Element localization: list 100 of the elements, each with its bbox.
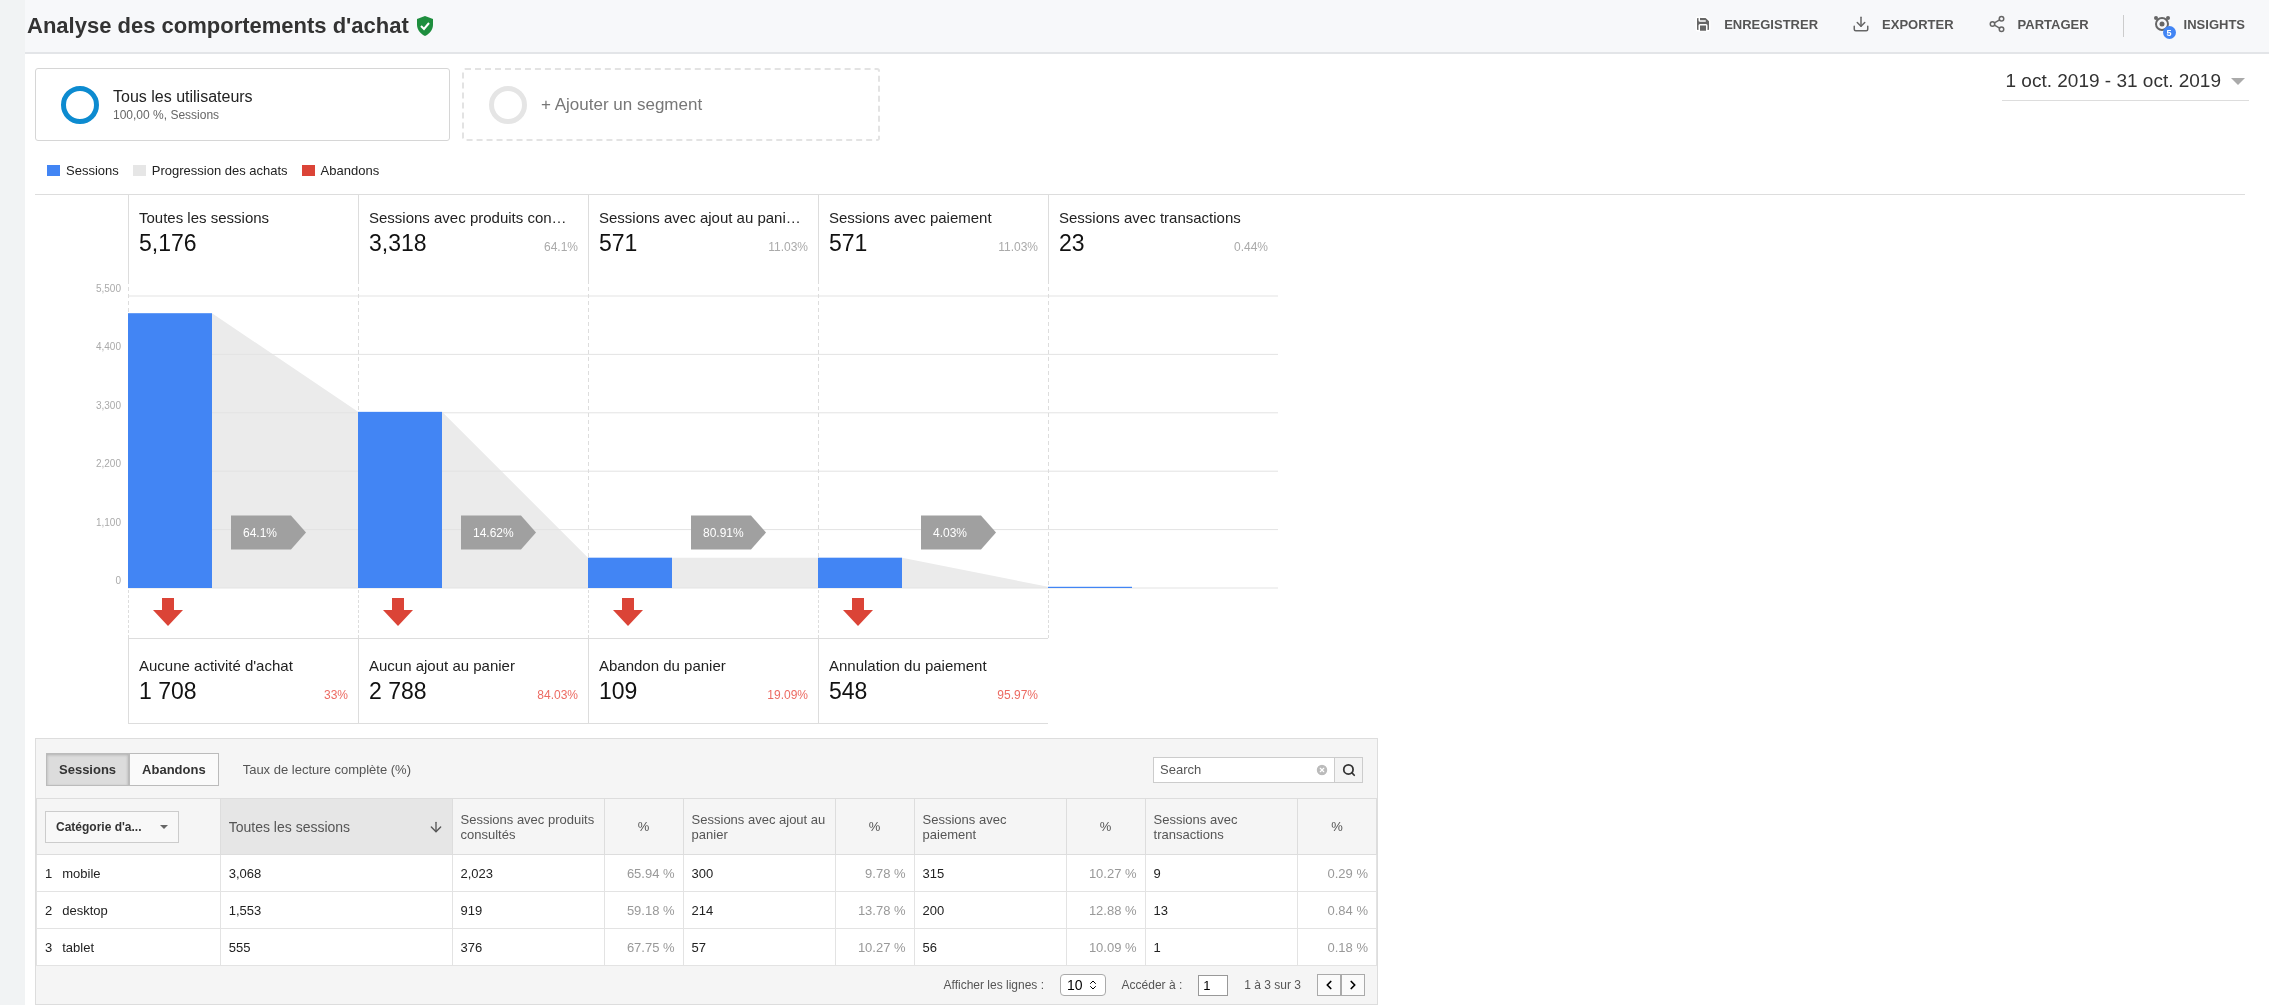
table-cell: 10.27 % (1066, 854, 1146, 892)
step-label: Toutes les sessions (139, 209, 271, 226)
axis-tick-label: 2,200 (95, 458, 121, 470)
rows-select[interactable]: 10 (1060, 974, 1106, 996)
progress-rate: 80.91% (703, 525, 744, 540)
step-percent: 11.03% (768, 240, 808, 254)
row-name[interactable]: mobile (62, 865, 101, 881)
down-arrow-icon (613, 598, 643, 626)
table-cell: 0.29 % (1297, 854, 1377, 892)
table-cell: 13.78 % (835, 891, 915, 929)
count-badge: 5 (2162, 26, 2176, 39)
abandon-label: Aucun ajout au panier (369, 657, 516, 674)
table-cell: 9 (1145, 854, 1298, 892)
axis-tick-label: 5,500 (95, 283, 121, 294)
insights-icon (2151, 14, 2172, 34)
table-cell: 376 (452, 928, 605, 966)
axis-tick-label: 4,400 (95, 341, 121, 353)
table-cell: 1,553 (220, 891, 453, 929)
segment-title: Tous les utilisateurs (113, 87, 253, 106)
abandon-value: 2 788 (369, 678, 427, 705)
step-label: Sessions avec paiement (829, 209, 993, 226)
search-button[interactable] (1335, 756, 1363, 783)
abandon-value: 109 (599, 678, 638, 705)
step-value: 23 (1059, 230, 1085, 257)
step-label: Sessions avec produits con… (369, 209, 568, 226)
toolbar-action[interactable]: ENREGISTRER (1694, 11, 1825, 41)
caret-icon (159, 824, 168, 829)
next-page-button[interactable] (1341, 974, 1365, 996)
table-cell: 315 (914, 854, 1067, 892)
row-name[interactable]: desktop (62, 902, 108, 918)
table-cell: 0.18 % (1297, 928, 1377, 966)
download-icon (1852, 15, 1871, 33)
progress-rate: 64.1% (243, 525, 278, 540)
segment-ring-icon (61, 85, 99, 124)
abandon-percent: 19.09% (767, 688, 808, 702)
share-icon (1987, 15, 2006, 33)
page-range: 1 à 3 sur 3 (1244, 978, 1301, 992)
abandon-label: Annulation du paiement (829, 657, 988, 674)
column-header[interactable]: Sessions avec produits consultés (452, 798, 605, 855)
table-cell: 65.94 % (604, 854, 684, 892)
axis-tick-label: 0 (115, 575, 121, 586)
table-cell: 919 (452, 891, 605, 929)
table-cell: 59.18 % (604, 891, 684, 929)
legend-label: Abandons (320, 163, 380, 178)
previous-page-button[interactable] (1317, 974, 1341, 996)
step-value: 5,176 (139, 230, 197, 257)
view-toggle[interactable]: Sessions (46, 753, 130, 786)
table-cell: 555 (220, 928, 453, 966)
search-icon (1341, 762, 1356, 777)
segment-ring-icon (489, 85, 527, 124)
table-cell: 13 (1145, 891, 1298, 929)
goto-field[interactable]: 1 (1198, 974, 1229, 996)
column-header[interactable]: Toutes les sessions (220, 798, 453, 855)
abandon-percent: 33% (323, 688, 348, 702)
verified-shield-icon (414, 15, 435, 37)
toolbar-action[interactable]: 5 INSIGHTS (2151, 10, 2251, 42)
segment-card[interactable]: Tous les utilisateurs 100,00 %, Sessions (35, 68, 450, 141)
table-cell: 200 (914, 891, 1067, 929)
column-header[interactable]: Sessions avec transactions (1145, 798, 1298, 855)
table-cell: 10.27 % (835, 928, 915, 966)
toolbar-action[interactable]: PARTAGER (1987, 11, 2095, 41)
table-cell: 0.84 % (1297, 891, 1377, 929)
row-number: 1 (45, 865, 53, 881)
abandon-label: Abandon du panier (599, 657, 727, 674)
table-cell: 57 (683, 928, 836, 966)
abandon-value: 548 (829, 678, 868, 705)
view-toggle[interactable]: Abandons (129, 753, 219, 786)
column-header[interactable]: % (835, 798, 915, 855)
column-header[interactable]: % (1066, 798, 1146, 855)
segment-subtitle: 100,00 %, Sessions (113, 107, 221, 122)
table-cell: 2,023 (452, 854, 605, 892)
column-header[interactable]: % (1297, 798, 1377, 855)
dimension-dropdown[interactable]: Catégorie d'a... (45, 810, 179, 843)
table-cell: 67.75 % (604, 928, 684, 966)
segment-title: + Ajouter un segment (541, 94, 703, 115)
table-cell: 12.88 % (1066, 891, 1146, 929)
abandon-label: Aucune activité d'achat (139, 657, 294, 674)
step-percent: 11.03% (998, 240, 1038, 254)
row-name[interactable]: tablet (62, 939, 95, 955)
abandon-value: 1 708 (139, 678, 197, 705)
step-value: 3,318 (369, 230, 427, 257)
row-number: 3 (45, 939, 53, 955)
column-header[interactable]: Sessions avec ajout au panier (683, 798, 836, 855)
table-cell: 300 (683, 854, 836, 892)
save-icon (1694, 15, 1713, 33)
search-field[interactable]: Search (1153, 756, 1335, 783)
date-range-picker[interactable]: 1 oct. 2019 - 31 oct. 2019 (2001, 68, 2249, 101)
down-arrow-icon (153, 598, 183, 626)
add-segment-card[interactable]: + Ajouter un segment (462, 68, 880, 141)
column-header[interactable]: % (604, 798, 684, 855)
abandon-percent: 84.03% (537, 688, 578, 702)
toolbar-action[interactable]: EXPORTER (1852, 11, 1960, 41)
legend-label: Sessions (66, 163, 119, 178)
axis-tick-label: 3,300 (95, 399, 121, 411)
rows-label: Afficher les lignes : (943, 978, 1044, 992)
column-header[interactable]: Sessions avec paiement (914, 798, 1067, 855)
step-label: Sessions avec ajout au pani… (599, 209, 802, 226)
table-cell: 9.78 % (835, 854, 915, 892)
axis-tick-label: 1,100 (95, 516, 121, 528)
caret-icon (2231, 77, 2245, 85)
